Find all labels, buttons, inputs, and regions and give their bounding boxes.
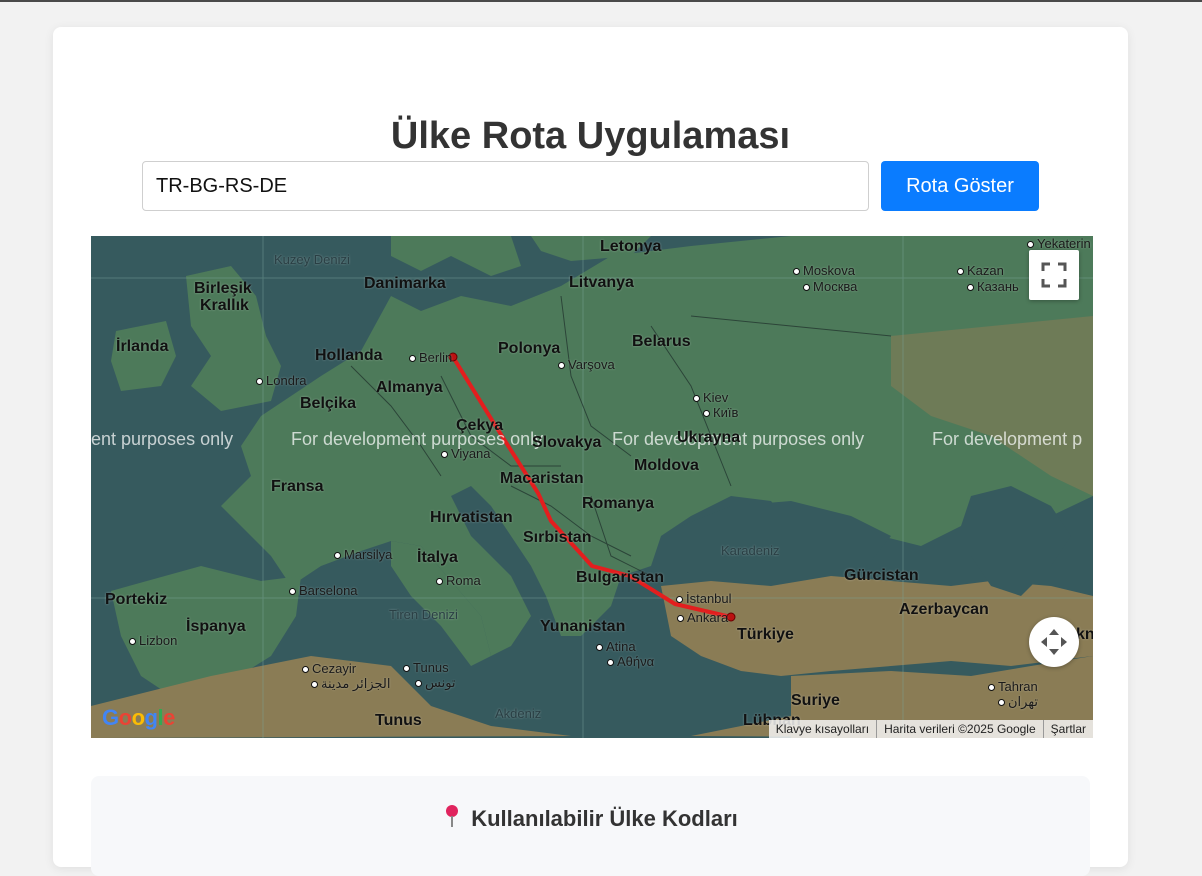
- map-attribution: Klavye kısayolları Harita verileri ©2025…: [768, 720, 1093, 738]
- country-label: Bulgaristan: [576, 569, 665, 586]
- city-label: Londra: [256, 373, 306, 388]
- sea-label: Akdeniz: [495, 706, 542, 721]
- country-label: Belçika: [300, 395, 357, 412]
- country-codes-heading: Kullanılabilir Ülke Kodları: [91, 804, 1090, 832]
- city-label: Lizbon: [129, 633, 177, 648]
- city-label: Yekaterin: [1027, 236, 1091, 251]
- city-label: Barselona: [289, 583, 358, 598]
- city-label: Roma: [436, 573, 481, 588]
- sea-label: Kuzey Denizi: [274, 252, 350, 267]
- country-label: Ukrayna: [677, 429, 741, 446]
- country-label: Hırvatistan: [430, 509, 513, 526]
- top-border: [0, 0, 1202, 2]
- country-label: Portekiz: [105, 591, 168, 608]
- country-label: Moldova: [634, 457, 699, 474]
- city-label-native: Казань: [967, 279, 1019, 294]
- city-label-native: Київ: [703, 405, 738, 420]
- route-input[interactable]: [142, 161, 869, 211]
- show-route-button[interactable]: Rota Göster: [881, 161, 1039, 211]
- city-label-native: Αθήνα: [607, 654, 654, 669]
- country-codes-section: Kullanılabilir Ülke Kodları: [91, 776, 1090, 876]
- pan-arrows-icon: [1041, 629, 1067, 655]
- fullscreen-button[interactable]: [1029, 250, 1079, 300]
- camera-control-button[interactable]: [1029, 617, 1079, 667]
- city-label-native: الجزائر مدينة: [311, 676, 390, 692]
- city-label: Tunus: [403, 660, 449, 675]
- country-codes-title: Kullanılabilir Ülke Kodları: [471, 806, 738, 831]
- fullscreen-icon: [1041, 262, 1067, 288]
- terms-link[interactable]: Şartlar: [1042, 720, 1093, 738]
- city-label: Kiev: [693, 390, 728, 405]
- city-label: Tahran: [988, 679, 1038, 694]
- google-logo[interactable]: Google: [102, 705, 175, 731]
- sea-label: Tiren Denizi: [389, 607, 458, 622]
- country-label: İrlanda: [116, 338, 169, 355]
- country-label: İspanya: [186, 618, 246, 635]
- country-label: Çekya: [456, 417, 504, 434]
- country-label: Birleşik: [194, 280, 252, 297]
- country-label: Litvanya: [569, 274, 634, 291]
- country-label: Macaristan: [500, 470, 584, 487]
- city-label: Berlin: [409, 350, 452, 365]
- map[interactable]: ent purposes only For development purpos…: [91, 236, 1093, 738]
- country-label: Almanya: [376, 379, 443, 396]
- dev-watermark: For development purposes only: [291, 429, 544, 449]
- city-label-native: Москва: [803, 279, 857, 294]
- country-label: Gürcistan: [844, 567, 919, 584]
- city-label: İstanbul: [676, 591, 732, 606]
- dev-watermark: ent purposes only: [91, 429, 234, 449]
- country-label: Krallık: [200, 297, 249, 314]
- country-label: Yunanistan: [540, 618, 626, 635]
- keyboard-shortcuts-link[interactable]: Klavye kısayolları: [769, 720, 876, 738]
- country-label: Hollanda: [315, 347, 383, 364]
- city-label: Moskova: [793, 263, 855, 278]
- map-data-text: Harita verileri ©2025 Google: [876, 720, 1043, 738]
- country-label: Suriye: [791, 692, 840, 709]
- city-label: Cezayir: [302, 661, 356, 676]
- country-label: Danimarka: [364, 275, 446, 292]
- country-label: Sırbistan: [523, 529, 592, 546]
- country-label: Tunus: [375, 712, 422, 729]
- sea-label: Karadeniz: [721, 543, 780, 558]
- country-label: Azerbaycan: [899, 601, 989, 618]
- page-title: Ülke Rota Uygulaması: [390, 115, 791, 157]
- country-label: Belarus: [632, 333, 691, 350]
- city-label-native: تونس: [415, 675, 456, 691]
- city-label: Viyana: [441, 446, 491, 461]
- dev-watermark: For development p: [932, 429, 1083, 449]
- city-label: Kazan: [957, 263, 1004, 278]
- country-label: İtalya: [417, 549, 458, 566]
- country-label: Romanya: [582, 495, 655, 512]
- city-label: Varşova: [558, 357, 615, 372]
- country-label: Letonya: [600, 238, 662, 255]
- city-label: Marsilya: [334, 547, 392, 562]
- country-label: Türkiye: [737, 626, 794, 643]
- country-label: Slovakya: [532, 434, 602, 451]
- country-label: Polonya: [498, 340, 561, 357]
- pin-icon: [446, 805, 459, 827]
- country-label: Fransa: [271, 478, 324, 495]
- city-label: Ankara: [677, 610, 728, 625]
- city-label-native: تهران: [998, 694, 1038, 710]
- city-label: Atina: [596, 639, 636, 654]
